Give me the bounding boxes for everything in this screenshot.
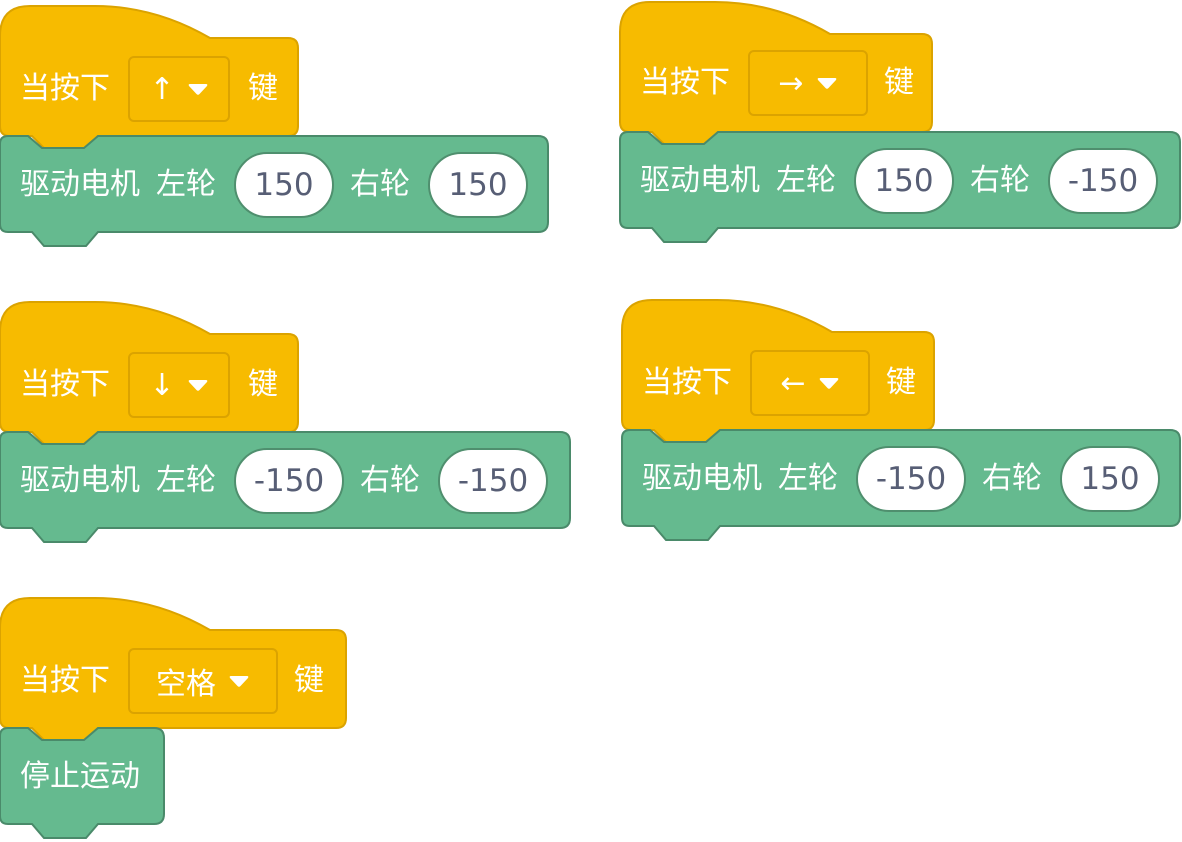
left-wheel-label: 左轮 [778,461,838,496]
key-value: ↓ [149,367,175,403]
right-wheel-input[interactable]: 150 [428,152,528,218]
script-up-arrow: 当按下 ↑ 键 驱动电机 左轮 150 右轮 150 [0,0,560,260]
event-label: 当按下 [20,71,110,106]
command-label: 驱动电机 [20,463,140,498]
script-right-arrow: 当按下 → 键 驱动电机 左轮 150 右轮 -150 [619,0,1181,256]
command-block-drive-motor[interactable] [0,296,580,556]
command-block-drive-motor[interactable] [621,294,1182,554]
caret-down-icon [818,376,840,390]
command-label: 驱动电机 [640,163,760,198]
command-row: 停止运动 [20,744,140,810]
script-down-arrow: 当按下 ↓ 键 驱动电机 左轮 -150 右轮 -150 [0,296,580,556]
event-suffix: 键 [884,65,914,100]
caret-down-icon [187,82,209,96]
left-wheel-label: 左轮 [776,163,836,198]
right-wheel-label: 右轮 [360,463,420,498]
event-suffix: 键 [294,663,324,698]
key-value: → [778,65,804,101]
command-block-drive-motor[interactable] [0,0,560,260]
right-wheel-input[interactable]: 150 [1060,446,1160,512]
key-dropdown[interactable]: ↑ [128,56,230,122]
event-suffix: 键 [248,367,278,402]
command-row: 驱动电机 左轮 -150 右轮 -150 [20,448,548,514]
command-row: 驱动电机 左轮 150 右轮 150 [20,152,528,218]
key-dropdown[interactable]: ← [750,350,870,416]
left-wheel-label: 左轮 [156,167,216,202]
right-wheel-input[interactable]: -150 [438,448,548,514]
event-label: 当按下 [642,365,732,400]
event-suffix: 键 [886,365,916,400]
right-wheel-label: 右轮 [982,461,1042,496]
hat-row: 当按下 ↓ 键 [20,352,278,418]
left-wheel-input[interactable]: 150 [234,152,334,218]
left-wheel-label: 左轮 [156,463,216,498]
caret-down-icon [228,674,250,688]
command-block-drive-motor[interactable] [619,0,1181,256]
command-label: 驱动电机 [20,167,140,202]
key-value: ← [780,365,806,401]
left-wheel-input[interactable]: -150 [234,448,344,514]
right-wheel-label: 右轮 [350,167,410,202]
event-label: 当按下 [20,367,110,402]
hat-row: 当按下 → 键 [640,50,914,116]
key-dropdown[interactable]: 空格 [128,648,278,714]
caret-down-icon [816,76,838,90]
event-suffix: 键 [248,71,278,106]
script-left-arrow: 当按下 ← 键 驱动电机 左轮 -150 右轮 150 [621,294,1182,554]
left-wheel-input[interactable]: -150 [856,446,966,512]
command-row: 驱动电机 左轮 150 右轮 -150 [640,148,1158,214]
key-dropdown[interactable]: → [748,50,868,116]
command-label: 停止运动 [20,759,140,794]
command-row: 驱动电机 左轮 -150 右轮 150 [642,446,1160,512]
hat-row: 当按下 空格 键 [20,648,324,714]
event-label: 当按下 [20,663,110,698]
command-label: 驱动电机 [642,461,762,496]
right-wheel-label: 右轮 [970,163,1030,198]
event-label: 当按下 [640,65,730,100]
script-space: 当按下 空格 键 停止运动 [0,592,360,842]
left-wheel-input[interactable]: 150 [854,148,954,214]
key-value: ↑ [149,71,175,107]
key-dropdown[interactable]: ↓ [128,352,230,418]
hat-row: 当按下 ↑ 键 [20,56,278,122]
key-value: 空格 [156,667,216,702]
right-wheel-input[interactable]: -150 [1048,148,1158,214]
caret-down-icon [187,378,209,392]
hat-row: 当按下 ← 键 [642,350,916,416]
